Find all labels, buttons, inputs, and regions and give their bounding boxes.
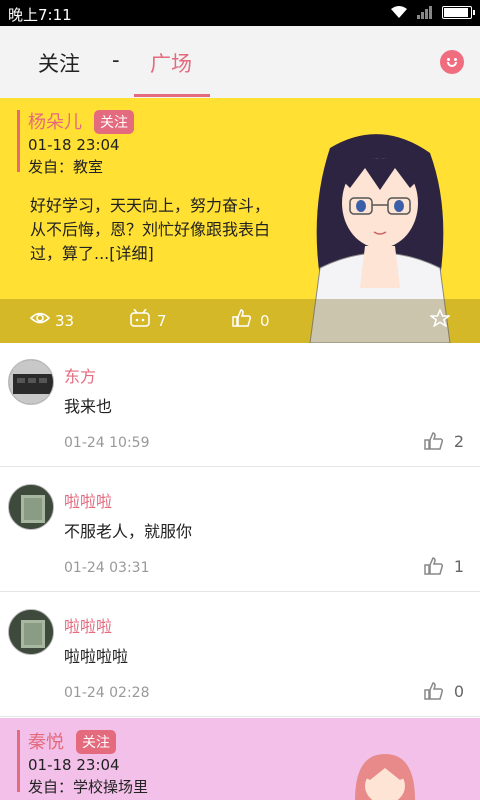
status-icons <box>390 5 475 19</box>
post-stats-bar: 33 7 0 <box>0 299 480 343</box>
comment-author[interactable]: 啦啦啦 <box>64 613 112 637</box>
post-date: 01-18 23:04 <box>28 136 120 154</box>
comment-text: 不服老人，就服你 <box>64 522 193 541</box>
comment-time: 01-24 02:28 <box>64 685 150 701</box>
post-text[interactable]: 好好学习，天天向上，努力奋斗，从不后悔，恩？刘忙好像跟我表白过，算了...[详细… <box>30 194 285 266</box>
avatar[interactable] <box>8 484 54 530</box>
comment-icon[interactable] <box>130 309 150 327</box>
accent-bar <box>17 110 20 172</box>
featured-post-card[interactable]: 秦悦 关注 01-18 23:04 发自：学校操场里 <box>0 718 480 800</box>
post-location: 发自：学校操场里 <box>28 778 149 796</box>
status-time: 晚上7:11 <box>8 6 72 24</box>
comment-like-count: 1 <box>453 557 464 576</box>
thumbs-up-icon[interactable] <box>232 309 252 327</box>
comment-time: 01-24 10:59 <box>64 435 150 451</box>
accent-bar <box>17 730 20 792</box>
wifi-icon <box>391 6 407 18</box>
thumbs-up-icon[interactable] <box>424 556 444 576</box>
tab-square[interactable]: 广场 <box>150 48 192 78</box>
battery-icon <box>442 5 475 19</box>
post-illustration <box>355 754 415 800</box>
comment-count: 7 <box>157 312 167 330</box>
post-author[interactable]: 秦悦 <box>28 728 64 754</box>
smiley-icon[interactable] <box>440 50 464 74</box>
status-bar: 晚上7:11 <box>0 0 480 26</box>
thumbs-up-icon[interactable] <box>424 681 444 701</box>
comment-row[interactable]: 啦啦啦 不服老人，就服你 01-24 03:31 1 <box>0 468 480 592</box>
comment-row[interactable]: 啦啦啦 啦啦啦啦 01-24 02:28 0 <box>0 593 480 717</box>
comment-text: 我来也 <box>64 397 113 416</box>
thumbs-up-icon[interactable] <box>424 431 444 451</box>
follow-button[interactable]: 关注 <box>76 730 116 754</box>
comment-row[interactable]: 东方 我来也 01-24 10:59 2 <box>0 343 480 467</box>
post-location: 发自：教室 <box>28 158 104 176</box>
eye-icon <box>30 312 50 324</box>
comment-like-count: 2 <box>453 432 464 451</box>
post-author[interactable]: 杨朵儿 <box>28 108 82 134</box>
avatar[interactable] <box>8 359 54 405</box>
top-nav: 关注 - 广场 <box>0 26 480 98</box>
comment-time: 01-24 03:31 <box>64 560 150 576</box>
follow-button[interactable]: 关注 <box>94 110 134 134</box>
like-count: 0 <box>260 312 270 330</box>
comment-like-count: 0 <box>453 682 464 701</box>
avatar[interactable] <box>8 609 54 655</box>
comment-text: 啦啦啦啦 <box>64 647 129 666</box>
comment-author[interactable]: 啦啦啦 <box>64 488 112 512</box>
post-date: 01-18 23:04 <box>28 756 120 774</box>
view-count: 33 <box>55 312 75 330</box>
signal-icon <box>417 6 432 19</box>
tab-follow[interactable]: 关注 <box>38 48 80 78</box>
star-icon[interactable] <box>430 309 450 327</box>
featured-post-card[interactable]: 杨朵儿 关注 01-18 23:04 发自：教室 好好学习，天天向上，努力奋斗，… <box>0 98 480 343</box>
comment-author[interactable]: 东方 <box>64 363 96 387</box>
tab-separator: - <box>112 48 120 72</box>
active-tab-indicator <box>134 94 210 97</box>
